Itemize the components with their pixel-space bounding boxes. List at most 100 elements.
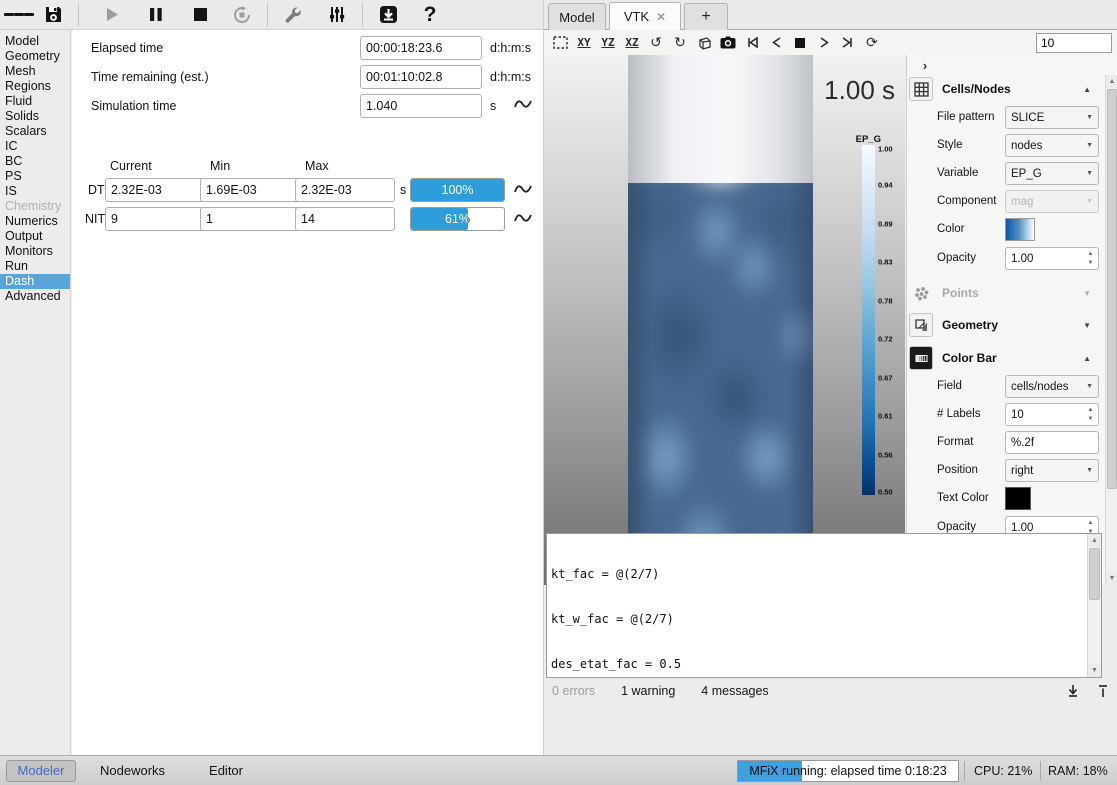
- color-swatch[interactable]: [1005, 218, 1035, 241]
- stop-icon[interactable]: [185, 2, 215, 28]
- tab-new[interactable]: +: [684, 3, 728, 30]
- sidebar-item-ps[interactable]: PS: [0, 169, 70, 184]
- sidebar-item-scalars[interactable]: Scalars: [0, 124, 70, 139]
- nit-plot-wave-icon[interactable]: [513, 210, 533, 226]
- save-icon[interactable]: [38, 2, 68, 28]
- camera-icon[interactable]: [717, 32, 739, 53]
- warnings-count[interactable]: 1 warning: [621, 684, 675, 698]
- tab-vtk[interactable]: VTK ✕: [609, 2, 681, 30]
- mode-modeler-button[interactable]: Modeler: [6, 760, 76, 782]
- text-color-swatch[interactable]: [1005, 487, 1031, 510]
- spinner-arrows[interactable]: ▲▼: [1084, 405, 1097, 424]
- file-pattern-label: File pattern: [937, 111, 995, 123]
- sidebar-item-solids[interactable]: Solids: [0, 109, 70, 124]
- play-icon[interactable]: [97, 2, 127, 28]
- last-frame-icon[interactable]: [837, 32, 859, 53]
- time-remaining-field[interactable]: [360, 65, 482, 89]
- dt-max-field[interactable]: [295, 178, 395, 202]
- variable-dropdown[interactable]: EP_G▼: [1005, 162, 1099, 185]
- dt-min-field[interactable]: [200, 178, 300, 202]
- tab-close-icon[interactable]: ✕: [656, 10, 666, 24]
- nit-min-field[interactable]: [200, 207, 300, 231]
- stop-playback-icon[interactable]: [789, 32, 811, 53]
- help-icon[interactable]: ?: [415, 2, 445, 28]
- rotate-left-icon[interactable]: ↺: [645, 32, 667, 53]
- collapse-down-icon[interactable]: ▼: [1083, 321, 1091, 330]
- fit-view-icon[interactable]: [549, 32, 571, 53]
- elapsed-time-field[interactable]: [360, 36, 482, 60]
- sidebar-item-is[interactable]: IS: [0, 184, 70, 199]
- format-input[interactable]: [1005, 431, 1099, 454]
- plot-wave-icon[interactable]: [513, 96, 533, 112]
- sidebar-item-numerics[interactable]: Numerics: [0, 214, 70, 229]
- nav-sidebar: Model Geometry Mesh Regions Fluid Solids…: [0, 30, 71, 757]
- section-cells-nodes[interactable]: Cells/Nodes ▲: [909, 77, 1099, 101]
- sidebar-item-mesh[interactable]: Mesh: [0, 64, 70, 79]
- sidebar-item-fluid[interactable]: Fluid: [0, 94, 70, 109]
- first-frame-icon[interactable]: [741, 32, 763, 53]
- sidebar-item-regions[interactable]: Regions: [0, 79, 70, 94]
- panel-scrollbar[interactable]: ▲ ▼: [1105, 75, 1117, 585]
- section-geometry[interactable]: Geometry ▼: [909, 313, 1099, 337]
- previous-frame-icon[interactable]: [765, 32, 787, 53]
- view-xz-button[interactable]: XZ: [621, 32, 643, 53]
- dt-current-field[interactable]: [105, 178, 205, 202]
- tab-model[interactable]: Model: [548, 3, 606, 30]
- collapse-up-icon[interactable]: ▲: [1083, 354, 1091, 363]
- sidebar-item-monitors[interactable]: Monitors: [0, 244, 70, 259]
- sidebar-item-dash[interactable]: Dash: [0, 274, 70, 289]
- spinner-arrows[interactable]: ▲▼: [1084, 249, 1097, 268]
- sidebar-item-geometry[interactable]: Geometry: [0, 49, 70, 64]
- sidebar-item-output[interactable]: Output: [0, 229, 70, 244]
- console-output[interactable]: kt_fac = @(2/7) kt_w_fac = @(2/7) des_et…: [546, 533, 1102, 678]
- view-yz-button[interactable]: YZ: [597, 32, 619, 53]
- colorbar-tick: 0.61: [878, 412, 893, 421]
- panel-collapse-icon[interactable]: ›: [917, 57, 933, 73]
- scroll-up-icon[interactable]: ▲: [1088, 534, 1101, 547]
- num-labels-spinbox[interactable]: 10 ▲▼: [1005, 403, 1099, 426]
- settings-sliders-icon[interactable]: [322, 2, 352, 28]
- scroll-up-icon[interactable]: ▲: [1106, 75, 1117, 88]
- errors-count[interactable]: 0 errors: [552, 684, 595, 698]
- field-dropdown[interactable]: cells/nodes▼: [1005, 375, 1099, 398]
- sidebar-item-run[interactable]: Run: [0, 259, 70, 274]
- opacity-spinbox[interactable]: 1.00 ▲▼: [1005, 247, 1099, 270]
- simulation-time-field[interactable]: [360, 94, 482, 118]
- scroll-to-top-icon[interactable]: [1096, 684, 1110, 698]
- frame-count-input[interactable]: [1036, 33, 1112, 53]
- mode-editor-button[interactable]: Editor: [209, 763, 243, 778]
- file-pattern-dropdown[interactable]: SLICE▼: [1005, 106, 1099, 129]
- mode-nodeworks-button[interactable]: Nodeworks: [100, 763, 165, 778]
- nit-current-field[interactable]: [105, 207, 205, 231]
- repeat-icon[interactable]: ⟳: [861, 32, 883, 53]
- position-label: Position: [937, 464, 978, 476]
- menu-icon[interactable]: [4, 2, 34, 28]
- view-xy-button[interactable]: XY: [573, 32, 595, 53]
- sidebar-item-model[interactable]: Model: [0, 34, 70, 49]
- export-box-icon[interactable]: [373, 2, 403, 28]
- message-status-row: 0 errors 1 warning 4 messages: [544, 680, 1117, 702]
- sidebar-item-advanced[interactable]: Advanced: [0, 289, 70, 304]
- collapse-up-icon[interactable]: ▲: [1083, 85, 1091, 94]
- scroll-down-icon[interactable]: ▼: [1088, 664, 1101, 677]
- scroll-down-icon[interactable]: ▼: [1106, 572, 1117, 585]
- pause-icon[interactable]: [141, 2, 171, 28]
- messages-count[interactable]: 4 messages: [701, 684, 768, 698]
- wrench-icon[interactable]: [278, 2, 308, 28]
- style-dropdown[interactable]: nodes▼: [1005, 134, 1099, 157]
- colorbar-tick: 1.00: [878, 144, 893, 153]
- console-scrollbar[interactable]: ▲ ▼: [1087, 534, 1101, 677]
- sidebar-item-ic[interactable]: IC: [0, 139, 70, 154]
- dt-plot-wave-icon[interactable]: [513, 181, 533, 197]
- scroll-to-bottom-icon[interactable]: [1066, 684, 1080, 698]
- section-color-bar[interactable]: Color Bar ▲: [909, 346, 1099, 370]
- position-dropdown[interactable]: right▼: [1005, 459, 1099, 482]
- nit-max-field[interactable]: [295, 207, 395, 231]
- vtk-render-view[interactable]: 1.00 s EP_G 1.00 0.94 0.89 0.83 0.78 0.7…: [544, 55, 905, 585]
- perspective-icon[interactable]: [693, 32, 715, 53]
- reset-icon[interactable]: [227, 2, 257, 28]
- next-frame-icon[interactable]: [813, 32, 835, 53]
- rotate-right-icon[interactable]: ↻: [669, 32, 691, 53]
- colorbar-tick: 0.72: [878, 335, 893, 344]
- sidebar-item-bc[interactable]: BC: [0, 154, 70, 169]
